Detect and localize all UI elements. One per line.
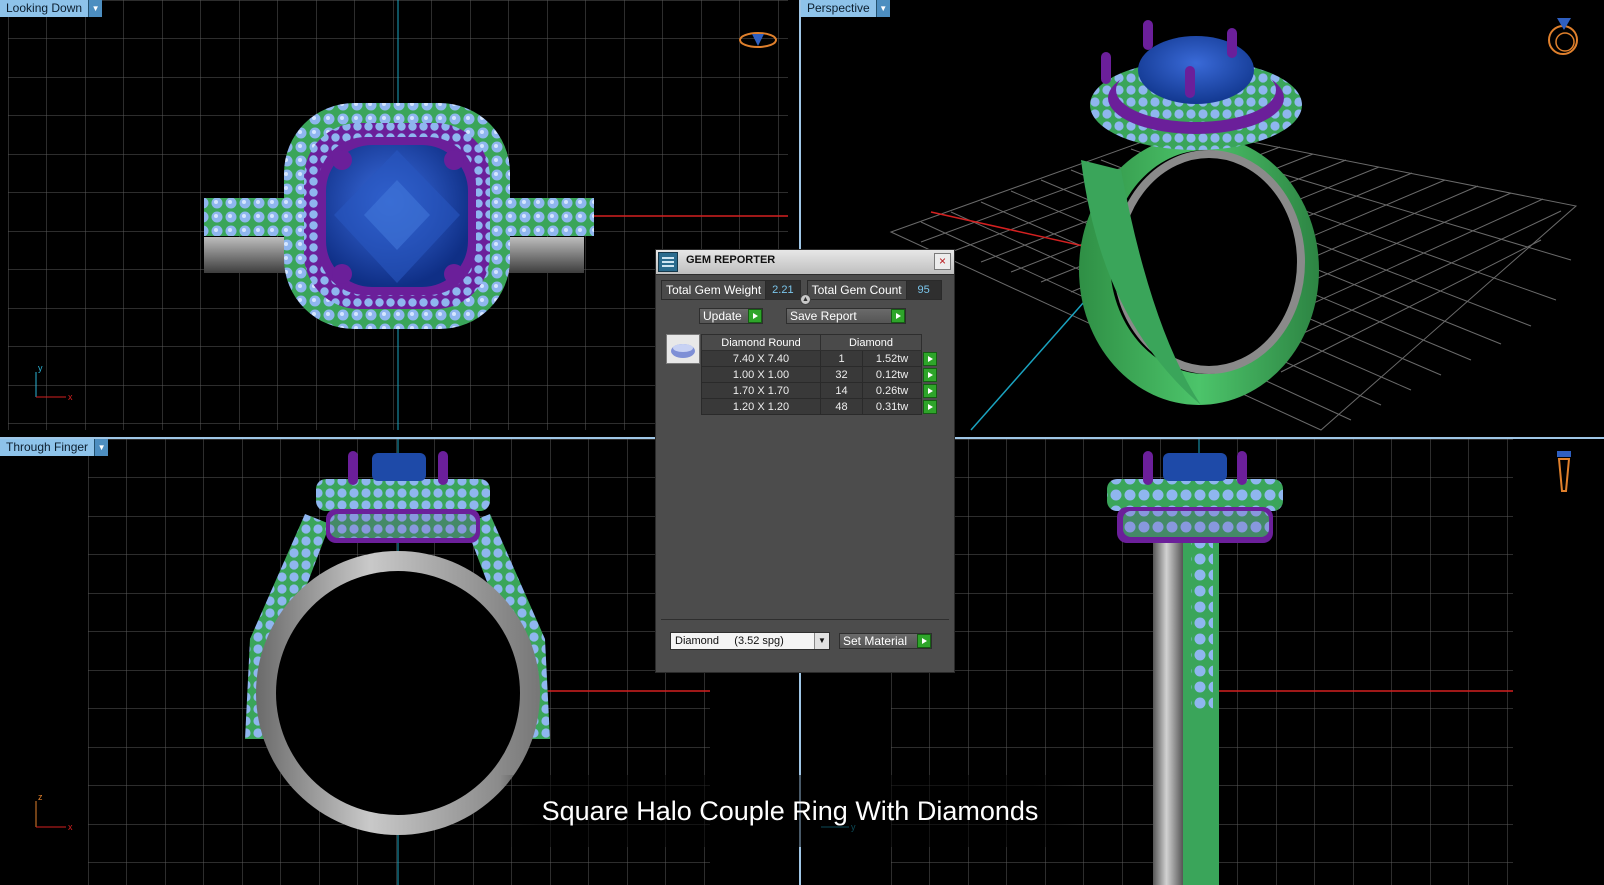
gem-reporter-icon bbox=[658, 252, 678, 272]
table-row[interactable]: 1.00 X 1.00 32 0.12tw bbox=[701, 366, 940, 383]
center-stone bbox=[372, 453, 426, 481]
gem-size: 1.70 X 1.70 bbox=[701, 382, 821, 399]
save-report-button[interactable]: Save Report bbox=[786, 308, 906, 324]
play-icon bbox=[923, 367, 937, 382]
gem-count: 1 bbox=[819, 350, 864, 367]
play-icon bbox=[917, 634, 931, 648]
axis-triad: z x bbox=[35, 792, 73, 832]
total-gem-count-field: Total Gem Count 95 bbox=[806, 280, 942, 300]
total-gem-weight-value: 2.21 bbox=[766, 281, 800, 299]
play-icon bbox=[748, 309, 762, 323]
material-select[interactable]: Diamond (3.52 spg) ▼ bbox=[670, 632, 830, 650]
gem-weight: 0.26tw bbox=[862, 382, 922, 399]
gem-weight: 1.52tw bbox=[862, 350, 922, 367]
chevron-down-icon[interactable]: ▼ bbox=[88, 0, 103, 17]
play-icon bbox=[891, 309, 905, 323]
play-icon bbox=[923, 383, 937, 398]
ring-orientation-icon[interactable] bbox=[1557, 451, 1571, 492]
update-label: Update bbox=[703, 309, 742, 323]
gem-count: 14 bbox=[819, 382, 864, 399]
gem-size: 1.20 X 1.20 bbox=[701, 398, 821, 415]
save-report-label: Save Report bbox=[790, 309, 857, 323]
table-row[interactable]: 1.70 X 1.70 14 0.26tw bbox=[701, 382, 940, 399]
header-spacer bbox=[921, 334, 940, 351]
gem-size: 1.00 X 1.00 bbox=[701, 366, 821, 383]
axis-v-label: z bbox=[38, 792, 43, 802]
chevron-down-icon[interactable]: ▼ bbox=[94, 439, 109, 456]
set-material-button[interactable]: Set Material bbox=[839, 633, 932, 649]
chevron-down-icon[interactable]: ▼ bbox=[814, 633, 829, 649]
total-gem-count-value: 95 bbox=[906, 281, 941, 299]
collapse-icon[interactable]: ▲ bbox=[800, 294, 811, 305]
table-row[interactable]: 1.20 X 1.20 48 0.31tw bbox=[701, 398, 940, 415]
viewport-label-looking-down[interactable]: Looking Down ▼ bbox=[0, 0, 103, 17]
row-select-button[interactable] bbox=[921, 350, 940, 367]
axis-h-label: x bbox=[68, 822, 73, 832]
gem-reporter-titlebar[interactable]: GEM REPORTER × bbox=[656, 250, 954, 275]
material-select-value: Diamond (3.52 spg) bbox=[675, 635, 784, 647]
video-caption: Square Halo Couple Ring With Diamonds bbox=[500, 775, 1080, 847]
diamond-round-icon[interactable] bbox=[666, 334, 700, 364]
viewport-label-perspective[interactable]: Perspective ▼ bbox=[801, 0, 890, 17]
gem-reporter-title: GEM REPORTER bbox=[686, 254, 776, 266]
gem-count: 48 bbox=[819, 398, 864, 415]
axis-v-label: y bbox=[38, 363, 43, 373]
viewport-label-text: Looking Down bbox=[6, 1, 83, 15]
viewport-label-text: Perspective bbox=[807, 1, 870, 15]
gem-count: 32 bbox=[819, 366, 864, 383]
total-gem-weight-label: Total Gem Weight bbox=[662, 281, 767, 299]
gem-size: 7.40 X 7.40 bbox=[701, 350, 821, 367]
column-header-material: Diamond bbox=[820, 334, 922, 351]
gem-reporter-window[interactable]: GEM REPORTER × Total Gem Weight 2.21 Tot… bbox=[655, 249, 955, 673]
gem-weight: 0.12tw bbox=[862, 366, 922, 383]
axis-h-label: x bbox=[68, 392, 73, 402]
center-stone bbox=[1163, 453, 1227, 481]
close-button[interactable]: × bbox=[934, 253, 951, 270]
play-icon bbox=[923, 351, 937, 366]
total-gem-count-label: Total Gem Count bbox=[807, 281, 907, 299]
play-icon bbox=[923, 399, 937, 414]
row-select-button[interactable] bbox=[921, 366, 940, 383]
chevron-down-icon[interactable]: ▼ bbox=[875, 0, 890, 17]
gem-weight: 0.31tw bbox=[862, 398, 922, 415]
total-gem-weight-field: Total Gem Weight 2.21 bbox=[661, 280, 801, 300]
row-select-button[interactable] bbox=[921, 398, 940, 415]
column-header-shape: Diamond Round bbox=[701, 334, 821, 351]
table-row[interactable]: 7.40 X 7.40 1 1.52tw bbox=[701, 350, 940, 367]
viewport-label-text: Through Finger bbox=[6, 440, 89, 454]
update-button[interactable]: Update bbox=[699, 308, 763, 324]
viewport-label-through-finger[interactable]: Through Finger ▼ bbox=[0, 439, 109, 456]
row-select-button[interactable] bbox=[921, 382, 940, 399]
gem-table: Diamond Round Diamond 7.40 X 7.40 1 1.52… bbox=[701, 334, 940, 415]
set-material-label: Set Material bbox=[843, 634, 908, 648]
separator bbox=[661, 619, 949, 620]
ring-perspective[interactable] bbox=[1079, 20, 1319, 405]
ring-orientation-icon[interactable] bbox=[1548, 18, 1578, 55]
